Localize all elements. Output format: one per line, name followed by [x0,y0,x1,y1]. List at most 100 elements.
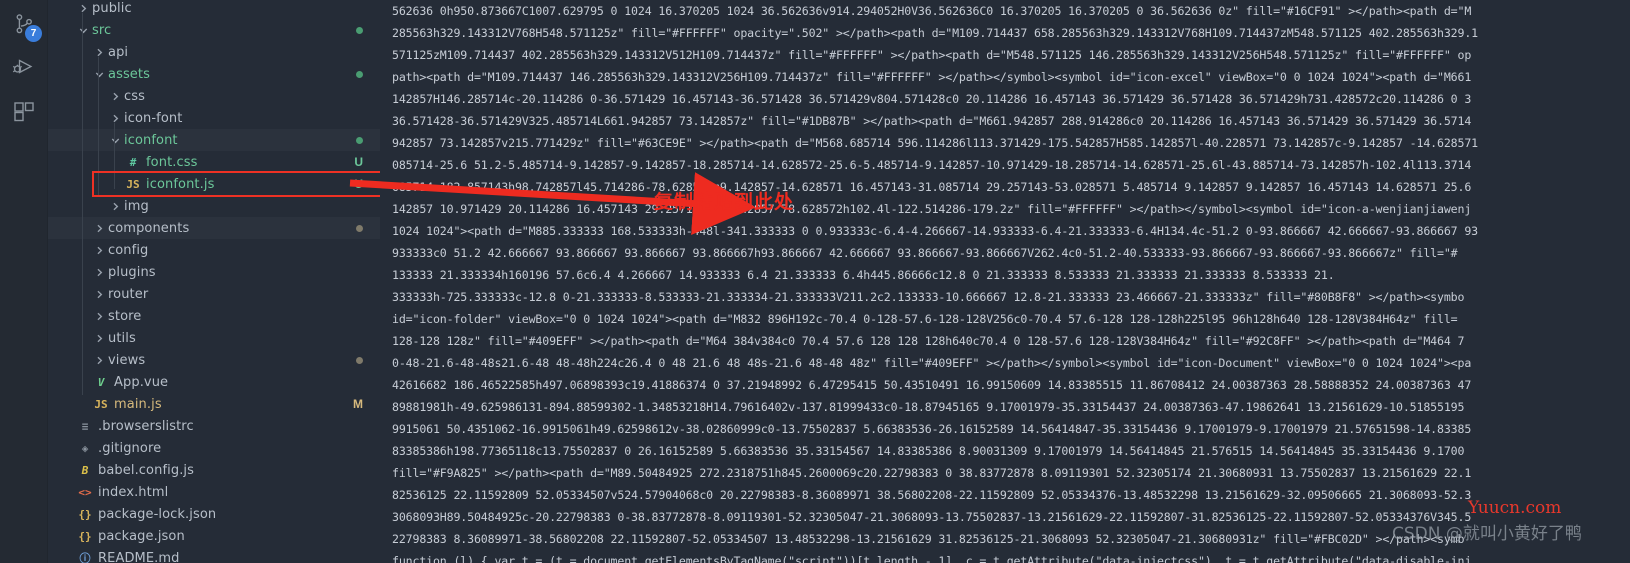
tree-row-label: iconfont [124,132,178,148]
tree-row[interactable]: img [48,195,380,217]
chevron-right-icon[interactable] [76,0,90,19]
chevron-down-icon[interactable] [76,19,90,41]
code-line: 133333 21.333334h160196 57.6c6.4 4.26666… [392,268,1335,282]
tree-row[interactable]: config [48,239,380,261]
tree-row[interactable]: public [48,0,380,19]
status-dot [356,137,363,144]
code-line: function (l) { var t = (t = document.get… [392,554,1472,563]
run-and-debug-icon[interactable] [0,43,48,91]
file-type-icon: B [81,463,89,477]
tree-row-label: views [108,352,146,368]
tree-row-label: .gitignore [98,440,162,456]
tree-row-label: package-lock.json [98,506,217,522]
code-line: 285563h329.143312V768H548.571125z" fill=… [392,26,1478,40]
tree-row-label: font.css [146,154,198,170]
tree-row[interactable]: views [48,349,380,371]
git-status-letter: U [354,177,363,191]
tree-row[interactable]: JS main.js M [48,393,380,415]
tree-indent-guide [114,123,115,189]
chevron-right-icon[interactable] [92,283,106,305]
tree-row[interactable]: utils [48,327,380,349]
git-status-letter: M [353,397,363,411]
chevron-right-icon[interactable] [92,217,106,239]
status-dot [356,71,363,78]
tree-row[interactable]: components [48,217,380,239]
file-type-icon: {} [78,507,92,521]
tree-row-label: main.js [114,396,162,412]
tree-row[interactable]: <> index.html [48,481,380,503]
chevron-right-icon[interactable] [92,239,106,261]
code-line: 128-128 128z" fill="#409EFF" ></path><pa… [392,334,1465,348]
tree-row[interactable]: store [48,305,380,327]
extensions-icon[interactable] [0,88,48,136]
file-type-icon: ◈ [81,441,89,455]
file-type-icon: V [97,375,105,389]
source-control-icon[interactable]: 7 [0,0,48,48]
tree-row[interactable]: {} package.json [48,525,380,547]
file-type-icon: <> [78,485,92,499]
code-editor[interactable]: 562636 0h950.873667C1007.629795 0 1024 1… [380,0,1630,563]
chevron-right-icon[interactable] [108,85,122,107]
chevron-right-icon[interactable] [108,195,122,217]
tree-row-label: assets [108,66,150,82]
tree-row[interactable]: ≡ .browserslistrc [48,415,380,437]
tree-row[interactable]: V App.vue [48,371,380,393]
tree-row[interactable]: plugins [48,261,380,283]
code-line: 142857 10.971429 20.114286 16.457143 29.… [392,202,1472,216]
tree-row-label: .browserslistrc [98,418,194,434]
tree-row-label: img [124,198,149,214]
chinese-annotation-text: 复制粘贴到此处 [654,191,795,213]
tree-row-label: css [124,88,145,104]
chevron-down-icon[interactable] [92,63,106,85]
tree-row-label: components [108,220,190,236]
code-line: 83385386h198.77365118c13.75502837 0 26.1… [392,444,1465,458]
code-line: 9915061 50.4351062-16.9915061h49.6259861… [392,422,1472,436]
tree-row-label: package.json [98,528,185,544]
tree-row-label: babel.config.js [98,462,195,478]
code-content: 562636 0h950.873667C1007.629795 0 1024 1… [380,0,1630,563]
tree-row[interactable]: ◈ .gitignore [48,437,380,459]
code-line: 36.571428-36.571429V325.485714L661.94285… [392,114,1472,128]
code-line: 333333h-725.333333c-12.8 0-21.333333-8.5… [392,290,1465,304]
chevron-right-icon[interactable] [92,41,106,63]
git-status-letter: U [354,155,363,169]
tree-row[interactable]: src [48,19,380,41]
tree-row[interactable]: {} package-lock.json [48,503,380,525]
tree-indent-guide [98,57,99,197]
code-line: 1024 1024"><path d="M885.333333 168.5333… [392,224,1478,238]
tree-row[interactable]: router [48,283,380,305]
code-line: 933333c0 51.2 42.666667 93.866667 93.866… [392,246,1458,260]
tree-row-label: plugins [108,264,156,280]
file-type-icon: ≡ [81,419,89,433]
code-line: path><path d="M109.714437 146.285563h329… [392,70,1472,84]
watermark-red: Yuucn.com [1468,498,1562,518]
tree-row-label: App.vue [114,374,169,390]
tree-row[interactable]: Bbabel.config.js [48,459,380,481]
chevron-down-icon[interactable] [108,129,122,151]
activity-bar: 7 [0,0,48,563]
tree-row-label: api [108,44,129,60]
tree-row-label: README.md [98,550,180,563]
code-line: fill="#F9A825" ></path><path d="M89.5048… [392,466,1472,480]
tree-row-label: src [92,22,112,38]
file-type-icon: JS [94,397,108,411]
code-line: 42616682 186.46522585h497.06898393c19.41… [392,378,1472,392]
chevron-right-icon[interactable] [108,107,122,129]
file-type-icon: {} [78,529,92,543]
code-line: 942857 73.142857v215.771429z" fill="#63C… [392,136,1478,150]
code-line: 89881981h-49.625986131-894.88599302-1.34… [392,400,1465,414]
code-line: 685714 182.857143h98.742857l45.714286-78… [392,180,1472,194]
vscode-window: 7 public src api assets css icon-font iconfont… [0,0,1630,563]
tree-row-label: public [92,0,132,16]
chevron-right-icon[interactable] [92,261,106,283]
file-type-icon: # [129,155,137,169]
status-dot [356,225,363,232]
tree-row-label: utils [108,330,136,346]
chevron-right-icon[interactable] [92,305,106,327]
code-line: 562636 0h950.873667C1007.629795 0 1024 1… [392,4,1472,18]
tree-row[interactable]: ⓘ README.md [48,547,380,563]
explorer-sidebar: public src api assets css icon-font iconfont # f… [48,0,380,563]
chevron-right-icon[interactable] [92,349,106,371]
chevron-right-icon[interactable] [92,327,106,349]
tree-row-label: store [108,308,142,324]
